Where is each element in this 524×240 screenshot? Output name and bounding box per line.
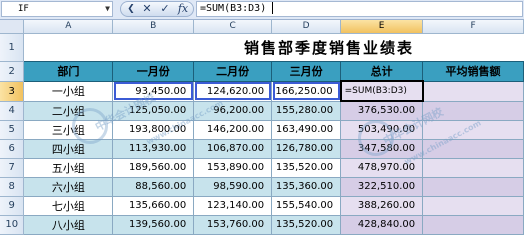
feb-cell[interactable]: 153,760.00 — [193, 214, 273, 235]
feb-cell[interactable]: 124,620.00 — [193, 80, 273, 102]
insert-function-icon[interactable]: fx — [175, 2, 191, 16]
mar-cell[interactable]: 135,520.00 — [271, 214, 342, 235]
dept-cell[interactable]: 一小组 — [23, 80, 114, 102]
mar-cell[interactable]: 163,490.00 — [271, 119, 342, 140]
avg-cell[interactable] — [422, 176, 524, 197]
feb-cell[interactable]: 106,870.00 — [193, 138, 273, 159]
avg-cell[interactable] — [422, 100, 524, 121]
active-cell-total[interactable]: =SUM(B3:D3) — [339, 80, 424, 102]
column-header-b[interactable]: B — [112, 20, 195, 34]
mar-cell[interactable]: 126,780.00 — [271, 138, 342, 159]
avg-cell[interactable] — [422, 119, 524, 140]
row-header-9[interactable]: 9 — [0, 196, 25, 216]
avg-cell[interactable] — [422, 195, 524, 216]
formula-text: =SUM(B3:D3) — [200, 3, 267, 14]
dept-cell[interactable]: 四小组 — [23, 138, 114, 159]
jan-cell[interactable]: 139,560.00 — [112, 214, 195, 235]
dept-cell[interactable]: 五小组 — [23, 157, 114, 178]
avg-cell[interactable] — [422, 80, 524, 102]
row-header-8[interactable]: 8 — [0, 177, 25, 197]
total-cell[interactable]: 376,530.00 — [340, 100, 424, 121]
name-box-value: IF — [18, 4, 29, 14]
sheet-title[interactable]: 销售部季度销售业绩表 — [23, 33, 524, 61]
name-box[interactable]: IF ▼ — [1, 1, 113, 17]
formula-buttons: ❮ ✕ ✓ fx — [120, 1, 194, 17]
text-caret — [272, 2, 274, 14]
header-dept[interactable]: 部门 — [23, 60, 114, 82]
row-header-10[interactable]: 10 — [0, 215, 25, 235]
enter-icon[interactable]: ✓ — [157, 2, 173, 16]
column-header-e[interactable]: E — [340, 20, 424, 34]
jan-cell[interactable]: 93,450.00 — [112, 80, 195, 102]
jan-cell[interactable]: 88,560.00 — [112, 176, 195, 197]
total-cell[interactable]: 347,580.00 — [340, 138, 424, 159]
dept-cell[interactable]: 二小组 — [23, 100, 114, 121]
mar-cell[interactable]: 166,250.00 — [271, 80, 342, 102]
dept-cell[interactable]: 六小组 — [23, 176, 114, 197]
feb-cell[interactable]: 146,200.00 — [193, 119, 273, 140]
avg-cell[interactable] — [422, 157, 524, 178]
row-header-3[interactable]: 3 — [0, 81, 25, 102]
mar-cell[interactable]: 155,540.00 — [271, 195, 342, 216]
avg-cell[interactable] — [422, 138, 524, 159]
jan-cell[interactable]: 125,050.00 — [112, 100, 195, 121]
jan-cell[interactable]: 193,800.00 — [112, 119, 195, 140]
name-box-dropdown-icon[interactable]: ▼ — [105, 2, 110, 16]
total-cell[interactable]: 428,840.00 — [340, 214, 424, 235]
formula-input[interactable]: =SUM(B3:D3) — [196, 1, 523, 17]
select-all-corner[interactable] — [0, 20, 25, 34]
jan-cell[interactable]: 135,660.00 — [112, 195, 195, 216]
mar-cell[interactable]: 135,520.00 — [271, 157, 342, 178]
feb-cell[interactable]: 96,200.00 — [193, 100, 273, 121]
feb-cell[interactable]: 153,890.00 — [193, 157, 273, 178]
cancel-icon[interactable]: ✕ — [139, 2, 155, 16]
total-cell[interactable]: 388,260.00 — [340, 195, 424, 216]
total-cell[interactable]: 503,490.00 — [340, 119, 424, 140]
jan-cell[interactable]: 113,930.00 — [112, 138, 195, 159]
row-header-7[interactable]: 7 — [0, 158, 25, 178]
row-header-1[interactable]: 1 — [0, 33, 25, 62]
column-header-f[interactable]: F — [422, 20, 524, 34]
column-header-a[interactable]: A — [23, 20, 114, 34]
row-header-5[interactable]: 5 — [0, 120, 25, 140]
column-header-d[interactable]: D — [271, 20, 342, 34]
feb-cell[interactable]: 98,590.00 — [193, 176, 273, 197]
dept-cell[interactable]: 三小组 — [23, 119, 114, 140]
header-feb[interactable]: 二月份 — [193, 60, 273, 82]
row-header-2[interactable]: 2 — [0, 61, 25, 82]
row-header-6[interactable]: 6 — [0, 139, 25, 159]
mar-cell[interactable]: 135,360.00 — [271, 176, 342, 197]
spreadsheet-grid: A B C D E F 1 销售部季度销售业绩表 2 部门 一月份 二月份 三月… — [0, 20, 524, 235]
feb-cell[interactable]: 123,140.00 — [193, 195, 273, 216]
header-jan[interactable]: 一月份 — [112, 60, 195, 82]
dept-cell[interactable]: 八小组 — [23, 214, 114, 235]
jan-cell[interactable]: 189,560.00 — [112, 157, 195, 178]
total-cell[interactable]: 322,510.00 — [340, 176, 424, 197]
total-cell[interactable]: 478,970.00 — [340, 157, 424, 178]
row-header-4[interactable]: 4 — [0, 101, 25, 121]
header-average[interactable]: 平均销售额 — [422, 60, 524, 82]
header-total[interactable]: 总计 — [340, 60, 424, 82]
mar-cell[interactable]: 155,280.00 — [271, 100, 342, 121]
dept-cell[interactable]: 七小组 — [23, 195, 114, 216]
formula-bar: IF ▼ ❮ ✕ ✓ fx =SUM(B3:D3) — [0, 0, 524, 20]
column-header-c[interactable]: C — [193, 20, 273, 34]
expand-icon[interactable]: ❮ — [123, 2, 139, 16]
header-mar[interactable]: 三月份 — [271, 60, 342, 82]
avg-cell[interactable] — [422, 214, 524, 235]
